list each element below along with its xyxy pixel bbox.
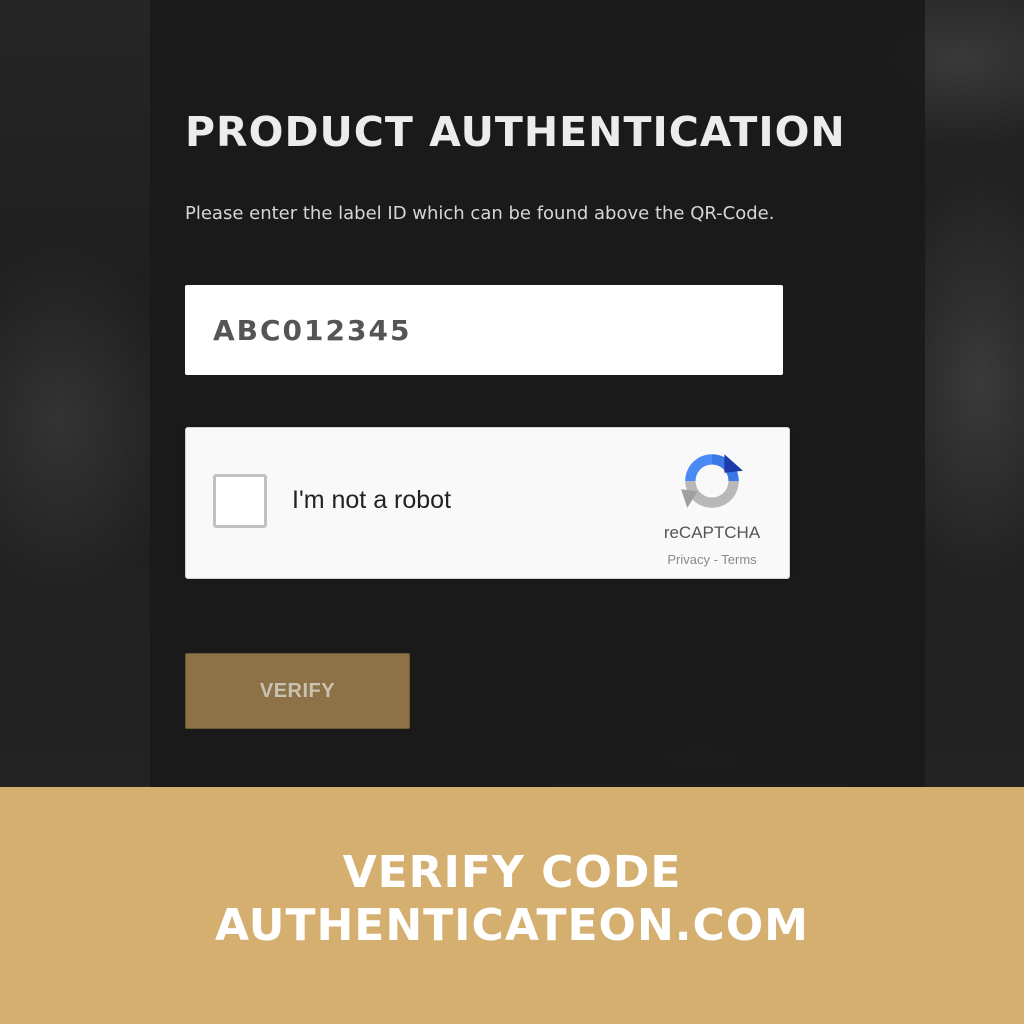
recaptcha-logo-icon [681,454,743,508]
recaptcha-label: I'm not a robot [292,486,452,514]
banner-headline: VERIFY CODE [342,847,682,898]
recaptcha-widget: I'm not a robot reCAPTCHA Privacy - Term… [185,427,790,579]
page-title: PRODUCT AUTHENTICATION [185,108,846,156]
terms-link[interactable]: Terms [721,552,756,567]
recaptcha-links: Privacy - Terms [652,552,772,567]
ad-image: PRODUCT AUTHENTICATION Please enter the … [0,0,1024,1024]
label-id-input[interactable] [185,285,783,375]
instruction-text: Please enter the label ID which can be f… [185,203,775,224]
banner-website: AUTHENTICATEON.COM [215,900,809,951]
privacy-link[interactable]: Privacy [667,552,710,567]
verify-button[interactable]: VERIFY [185,653,410,729]
recaptcha-checkbox[interactable] [213,474,267,528]
links-separator: - [709,552,722,567]
recaptcha-brand: reCAPTCHA [663,523,761,542]
